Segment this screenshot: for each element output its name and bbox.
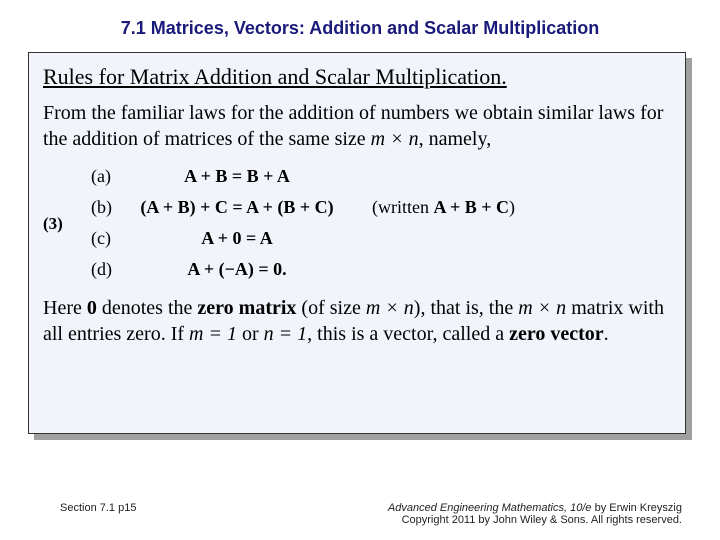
law-row-b: (b) (A + B) + C = A + (B + C) (written A… [83, 193, 523, 222]
closing-p7: , this is a vector, called a [307, 323, 509, 345]
law-row-c: (c) A + 0 = A [83, 224, 523, 253]
slide-title: 7.1 Matrices, Vectors: Addition and Scal… [0, 0, 720, 49]
law-row-a: (a) A + B = B + A [83, 162, 523, 191]
closing-m1: m = 1 [189, 323, 237, 345]
box-heading: Rules for Matrix Addition and Scalar Mul… [43, 63, 671, 91]
intro-text: From the familiar laws for the addition … [43, 102, 663, 150]
laws-table: (a) A + B = B + A (b) (A + B) + C = A + … [81, 160, 525, 286]
closing-paragraph: Here 0 denotes the zero matrix (of size … [43, 296, 671, 347]
law-b-equation: (A + B) + C = A + (B + C) [122, 193, 352, 222]
closing-zero: 0 [87, 297, 97, 319]
closing-zm: zero matrix [197, 297, 296, 319]
closing-dims: m × n [366, 297, 414, 319]
law-b-note-eq: A + B + C [433, 197, 509, 217]
law-b-note: (written A + B + C) [354, 193, 523, 222]
law-row-d: (d) A + (−A) = 0. [83, 255, 523, 284]
closing-p4: ), that is, the [414, 297, 518, 319]
law-b-note-suffix: ) [509, 197, 515, 217]
footer-book-title: Advanced Engineering Mathematics, 10/e [388, 502, 592, 514]
laws-block: (3) (a) A + B = B + A (b) (A + B) + C = … [43, 160, 671, 286]
law-d-label: (d) [83, 255, 120, 284]
intro-paragraph: From the familiar laws for the addition … [43, 101, 671, 152]
closing-p3: (of size [296, 297, 365, 319]
closing-dims2: m × n [518, 297, 566, 319]
law-a-equation: A + B = B + A [122, 162, 352, 191]
law-a-label: (a) [83, 162, 120, 191]
content-box: Rules for Matrix Addition and Scalar Mul… [28, 52, 686, 434]
law-b-note-prefix: (written [372, 197, 433, 217]
closing-p6: or [237, 323, 264, 345]
law-b-label: (b) [83, 193, 120, 222]
closing-zv: zero vector [509, 323, 604, 345]
footer-author: by Erwin Kreyszig [592, 502, 682, 514]
intro-dims: m × n [371, 128, 419, 150]
closing-p2: denotes the [97, 297, 198, 319]
footer: Section 7.1 p15 Advanced Engineering Mat… [0, 502, 720, 526]
law-c-label: (c) [83, 224, 120, 253]
closing-n1: n = 1 [264, 323, 308, 345]
intro-suffix: , namely, [419, 128, 492, 150]
law-c-equation: A + 0 = A [122, 224, 352, 253]
closing-p8: . [604, 323, 609, 345]
footer-book-line: Advanced Engineering Mathematics, 10/e b… [388, 502, 682, 514]
closing-p1: Here [43, 297, 87, 319]
law-d-equation: A + (−A) = 0. [122, 255, 352, 284]
footer-left: Section 7.1 p15 [60, 502, 136, 526]
footer-right: Advanced Engineering Mathematics, 10/e b… [388, 502, 682, 526]
equation-number: (3) [43, 213, 81, 235]
footer-copyright: Copyright 2011 by John Wiley & Sons. All… [388, 514, 682, 526]
